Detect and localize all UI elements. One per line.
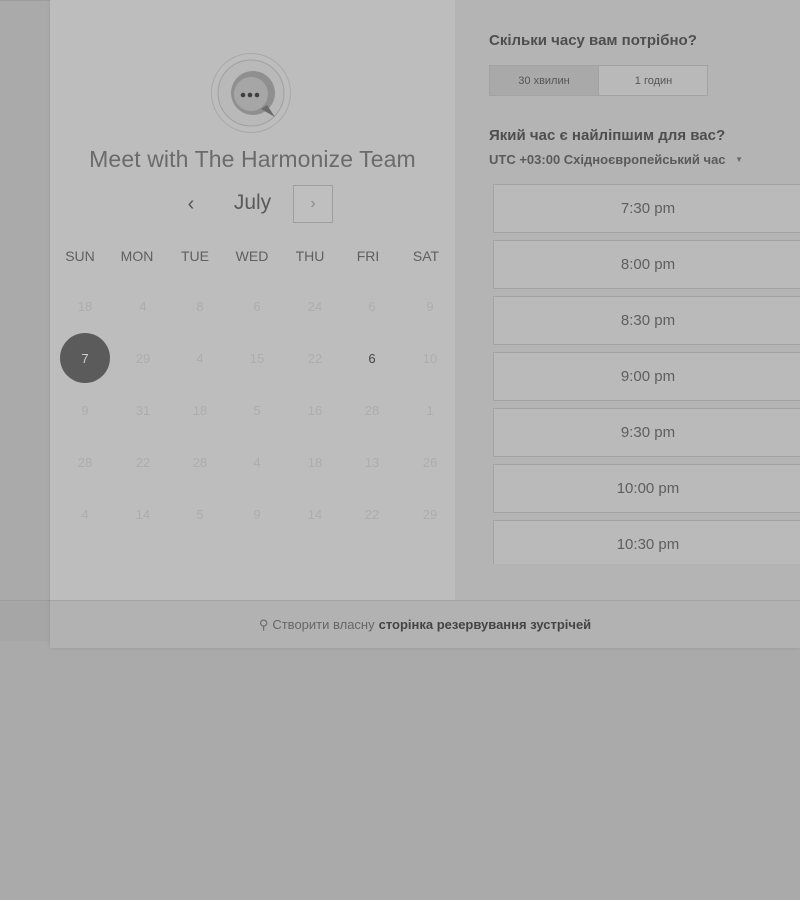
calendar-day: 14 [135,506,151,522]
time-slot-button[interactable]: 10:00 pm [493,464,800,513]
duration-30-min-button[interactable]: 30 хвилин [490,66,599,95]
calendar-day: 18 [77,298,93,314]
time-question: Який час є найліпшим для вас? [489,127,726,144]
calendar-day: 4 [253,454,261,470]
calendar-day: 4 [81,506,89,522]
timezone-name: Східноєвропейський час [563,152,726,167]
calendar-day-selected[interactable]: 7 [60,333,110,383]
calendar-day: 10 [422,350,438,366]
calendar-day: 31 [135,402,151,418]
weekday-sun: SUN [65,248,95,264]
calendar-day: 24 [307,298,323,314]
footer-prefix: Створити власну [272,617,375,632]
calendar-day: 6 [368,298,376,314]
calendar-day: 15 [249,350,265,366]
weekday-header-row: SUN MON TUE WED THU FRI SAT [50,248,455,266]
hubspot-sprocket-icon: ⚲ [258,616,269,632]
time-slot-button[interactable]: 9:00 pm [493,352,800,401]
time-slot-button[interactable]: 8:30 pm [493,296,800,345]
calendar-panel: Meet with The Harmonize Team ‹ July › SU… [50,0,455,600]
footer-bar: ⚲ Створити власну сторінка резервування … [50,600,800,648]
calendar-day: 5 [253,402,261,418]
team-title: Meet with The Harmonize Team [89,146,416,172]
duration-1-hour-button[interactable]: 1 годин [599,66,708,95]
chevron-right-icon: › [310,195,316,212]
scheduling-panel: Скільки часу вам потрібно? 30 хвилин 1 г… [455,0,800,600]
calendar-day: 8 [196,298,204,314]
booking-card: Meet with The Harmonize Team ‹ July › SU… [50,0,800,648]
calendar-day: 29 [135,350,151,366]
timezone-select[interactable]: UTC +03:00 Східноєвропейський час ▼ [489,152,743,167]
next-month-button[interactable]: › [293,185,333,223]
calendar-day: 28 [364,402,380,418]
previous-month-button[interactable]: ‹ [175,188,207,220]
time-slot-button[interactable]: 9:30 pm [493,408,800,457]
calendar-day: 9 [81,402,89,418]
calendar-day: 14 [307,506,323,522]
timezone-offset: UTC +03:00 [489,152,561,167]
calendar-day: 6 [253,298,261,314]
calendar-day: 13 [364,454,380,470]
month-label: July [233,191,272,214]
chevron-left-icon: ‹ [187,192,195,215]
weekday-wed: WED [235,248,269,264]
calendar-day: 9 [426,298,434,314]
duration-question: Скільки часу вам потрібно? [489,32,697,49]
calendar-day: 4 [196,350,204,366]
calendar-day: 16 [307,402,323,418]
time-slot-button[interactable]: 7:30 pm [493,184,800,233]
calendar-day-available[interactable]: 6 [347,333,397,383]
calendar-day: 9 [253,506,261,522]
weekday-thu: THU [295,248,325,264]
calendar-day: 1 [426,402,434,418]
calendar-day: 26 [422,454,438,470]
time-slot-button[interactable]: 10:30 pm [493,520,800,564]
calendar-day: 4 [139,298,147,314]
calendar-day: 22 [135,454,151,470]
create-meetings-page-link[interactable]: сторінка резервування зустрічей [379,617,592,632]
weekday-sat: SAT [412,248,440,264]
duration-toggle: 30 хвилин 1 годин [489,65,708,96]
caret-down-icon: ▼ [735,155,744,164]
chat-bubble-icon [211,53,291,133]
calendar-day: 28 [77,454,93,470]
calendar-day: 29 [422,506,438,522]
time-slot-list: 7:30 pm 8:00 pm 8:30 pm 9:00 pm 9:30 pm … [493,184,800,564]
weekday-mon: MON [120,248,154,264]
weekday-tue: TUE [181,248,209,264]
calendar-day: 22 [307,350,323,366]
calendar-day: 18 [307,454,323,470]
calendar-day: 28 [192,454,208,470]
time-slot-button[interactable]: 8:00 pm [493,240,800,289]
month-navigation: ‹ July › [50,184,455,224]
weekday-fri: FRI [356,248,380,264]
calendar-day: 5 [196,506,204,522]
calendar-grid: SUN MON TUE WED THU FRI SAT 18 4 8 6 24 6 9 7 29… [50,248,455,522]
calendar-day: 22 [364,506,380,522]
calendar-day: 18 [192,402,208,418]
